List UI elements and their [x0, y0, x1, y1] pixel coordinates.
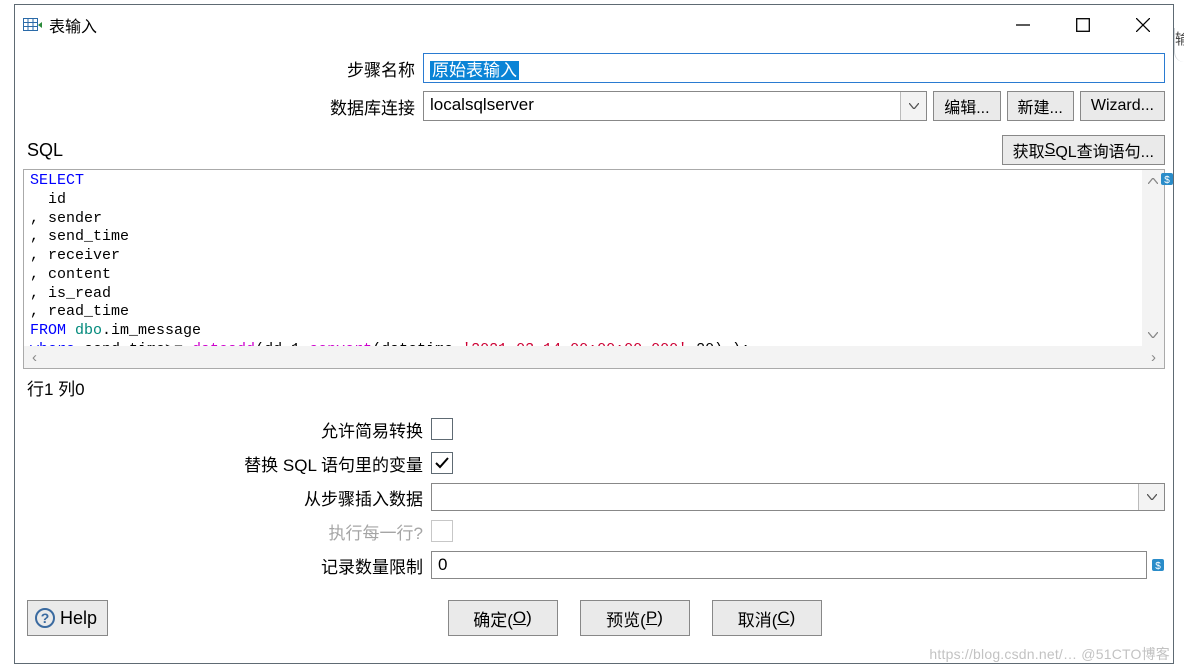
titlebar: 表输入	[15, 5, 1173, 45]
row-record-limit: 记录数量限制 $	[23, 548, 1165, 582]
allow-simple-checkbox[interactable]	[431, 418, 453, 440]
close-button[interactable]	[1113, 5, 1173, 45]
new-connection-button[interactable]: 新建...	[1007, 91, 1074, 121]
bottom-bar: ? Help 确定(O) 预览(P) 取消(C)	[23, 600, 1165, 636]
scroll-right-icon[interactable]: ›	[1151, 349, 1156, 366]
exec-each-row-checkbox	[431, 520, 453, 542]
svg-text:$: $	[1164, 175, 1170, 186]
label-allow-simple: 允许简易转换	[23, 417, 431, 442]
variable-indicator-icon: $	[1160, 172, 1174, 186]
editor-status: 行1 列0	[23, 375, 1165, 400]
edit-connection-button[interactable]: 编辑...	[933, 91, 1000, 121]
label-step-name: 步骤名称	[23, 56, 423, 81]
svg-text:$: $	[1155, 561, 1161, 572]
scroll-left-icon[interactable]: ‹	[32, 349, 37, 366]
wizard-button[interactable]: Wizard...	[1080, 91, 1165, 121]
from-step-selected	[432, 484, 1138, 510]
label-exec-each-row: 执行每一行?	[23, 519, 431, 544]
ok-button[interactable]: 确定(O)	[448, 600, 558, 636]
chevron-down-icon[interactable]	[1138, 484, 1164, 510]
sql-editor[interactable]: SELECT id , sender , send_time , receive…	[23, 169, 1165, 369]
horizontal-scrollbar[interactable]: ‹ ›	[24, 346, 1164, 368]
minimize-button[interactable]	[993, 5, 1053, 45]
label-record-limit: 记录数量限制	[23, 553, 431, 578]
label-replace-vars: 替换 SQL 语句里的变量	[23, 451, 431, 476]
chevron-down-icon[interactable]	[900, 92, 926, 120]
label-db-conn: 数据库连接	[23, 94, 423, 119]
step-name-input[interactable]: 原始表输入	[423, 53, 1165, 83]
row-step-name: 步骤名称 原始表输入	[23, 53, 1165, 83]
cancel-button[interactable]: 取消(C)	[712, 600, 822, 636]
help-icon: ?	[34, 607, 56, 629]
row-exec-each-row: 执行每一行?	[23, 514, 1165, 548]
label-from-step: 从步骤插入数据	[23, 485, 431, 510]
row-replace-vars: 替换 SQL 语句里的变量	[23, 446, 1165, 480]
db-conn-selected: localsqlserver	[424, 92, 900, 120]
sql-code: SELECT id , sender , send_time , receive…	[24, 170, 1164, 368]
label-sql: SQL	[23, 140, 63, 161]
help-button[interactable]: ? Help	[27, 600, 108, 636]
from-step-combo[interactable]	[431, 483, 1165, 511]
svg-text:?: ?	[41, 610, 50, 626]
preview-button[interactable]: 预览(P)	[580, 600, 690, 636]
maximize-button[interactable]	[1053, 5, 1113, 45]
row-allow-simple: 允许简易转换	[23, 412, 1165, 446]
watermark: https://blog.csdn.net/… @51CTO博客	[929, 644, 1170, 664]
dialog-content: 步骤名称 原始表输入 数据库连接 localsqlserver 编辑... 新建…	[15, 53, 1173, 636]
dialog-title: 表输入	[49, 13, 97, 37]
dialog-window: 表输入 步骤名称 原始表输入 数据库连接	[14, 4, 1174, 664]
variable-indicator-icon: $	[1151, 558, 1165, 572]
sql-header: SQL 获取SQL查询语句...	[23, 135, 1165, 165]
scroll-down-icon[interactable]	[1142, 324, 1164, 346]
vertical-scrollbar[interactable]	[1142, 170, 1164, 346]
option-rows: 允许简易转换 替换 SQL 语句里的变量 从步骤插入数据	[23, 412, 1165, 582]
row-db-conn: 数据库连接 localsqlserver 编辑... 新建... Wizard.…	[23, 91, 1165, 121]
record-limit-input[interactable]	[431, 551, 1147, 579]
replace-vars-checkbox[interactable]	[431, 452, 453, 474]
help-label: Help	[60, 608, 97, 629]
table-input-icon	[23, 18, 43, 32]
window-controls	[993, 5, 1173, 45]
row-from-step: 从步骤插入数据	[23, 480, 1165, 514]
get-sql-button[interactable]: 获取SQL查询语句...	[1002, 135, 1165, 165]
background-fragment: 输	[1174, 28, 1184, 62]
db-conn-combo[interactable]: localsqlserver	[423, 91, 927, 121]
